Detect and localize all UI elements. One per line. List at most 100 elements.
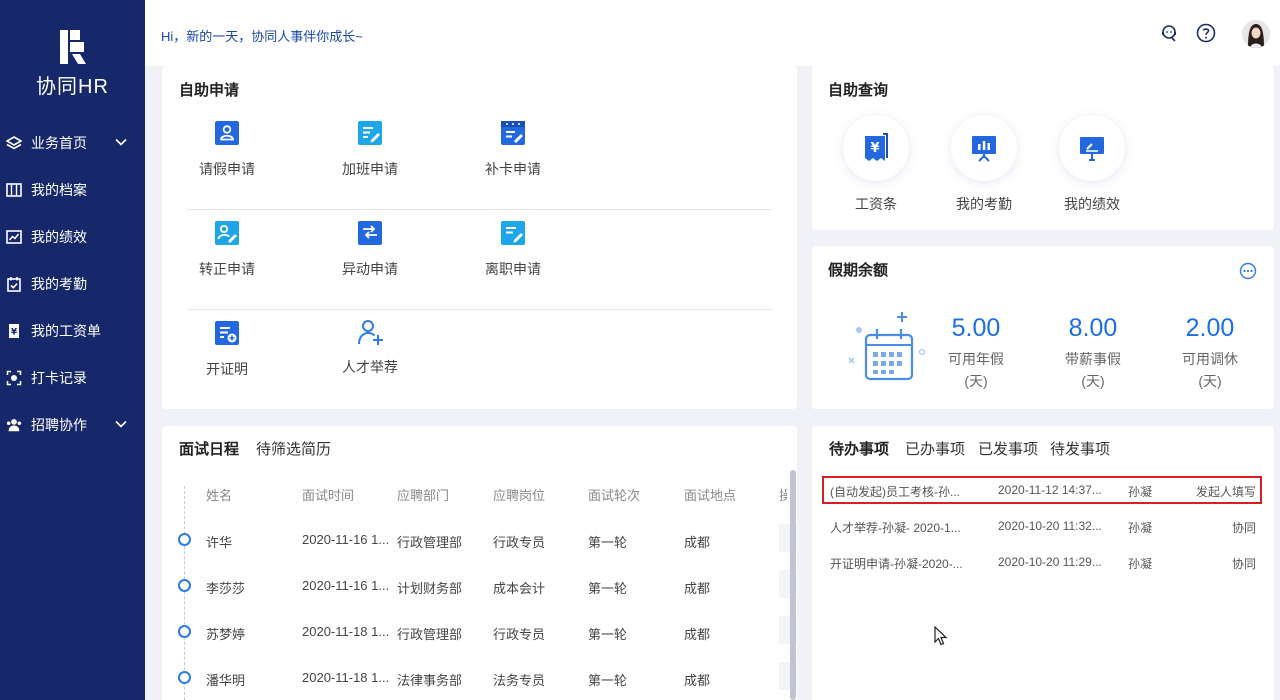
support-icon[interactable] [1158,22,1180,44]
patch-card-icon [501,121,525,145]
recommend-apply-button[interactable]: 人才举荐 [310,318,430,377]
help-icon[interactable] [1195,22,1217,44]
todo-row[interactable]: 开证明申请-孙凝-2020-... 2020-10-20 11:29... 孙凝… [822,548,1262,576]
todo-row[interactable]: 人才举荐-孙凝- 2020-1... 2020-10-20 11:32... 孙… [822,512,1262,540]
punch-icon [6,370,22,386]
table-row[interactable]: 许华 2020-11-16 1... 行政管理部 行政专员 第一轮 成都 [162,516,799,562]
attendance-icon [951,115,1017,181]
performance-query-button[interactable]: 我的绩效 [1044,115,1140,214]
cell-position: 行政专员 [493,627,546,642]
self-query-title: 自助查询 [828,82,889,99]
certificate-icon [215,321,239,345]
cell-department: 法律事务部 [397,673,463,688]
todo-row-highlighted[interactable]: (自动发起)员工考核-孙... 2020-11-12 14:37... 孙凝 发… [822,476,1262,504]
col-header-round: 面试轮次 [588,488,641,503]
divider [187,209,772,210]
todo-node: 协同 [1231,557,1256,571]
cell-round: 第一轮 [588,673,628,688]
more-icon[interactable] [1239,262,1257,280]
cell-department: 计划财务部 [397,581,463,596]
annual-leave-label: 可用年假 [948,351,1004,367]
tab-sent[interactable]: 已发事项 [978,438,1038,459]
col-header-position: 应聘岗位 [493,488,546,503]
sidebar-item-label: 我的考勤 [31,275,87,292]
resign-apply-button[interactable]: 离职申请 [453,221,573,279]
timeline-dot-icon [178,671,191,684]
sidebar-item-payslip[interactable]: ¥ 我的工资单 [0,307,145,354]
overtime-apply-button[interactable]: 加班申请 [310,121,430,179]
operation-cell[interactable] [779,570,799,598]
transfer-apply-button[interactable]: 异动申请 [310,221,430,279]
transfer-icon [358,221,382,245]
todo-node: 发起人填写 [1195,485,1256,499]
operation-cell[interactable] [779,524,799,552]
tab-to-send[interactable]: 待发事项 [1050,438,1110,459]
paid-leave-balance: 8.00 带薪事假 (天) [1048,314,1138,391]
todo-sender: 孙凝 [1128,485,1153,499]
scrollbar[interactable] [790,470,796,700]
table-row[interactable]: 李莎莎 2020-11-16 1... 计划财务部 成本会计 第一轮 成都 [162,562,799,608]
cell-department: 行政管理部 [397,535,463,550]
resign-icon [501,221,525,245]
sidebar-item-label: 招聘协作 [31,416,87,433]
sidebar-nav: 业务首页 我的档案 我的绩效 我的考勤 ¥ 我的工资单 打卡记录 招聘协作 [0,119,145,448]
tab-todo[interactable]: 待办事项 [829,438,889,459]
sidebar-item-label: 业务首页 [31,134,87,151]
sidebar-item-recruit[interactable]: 招聘协作 [0,401,145,448]
chevron-down-icon [115,135,127,151]
salary-slip-query-button[interactable]: ¥ 工资条 [828,115,924,214]
operation-cell[interactable] [779,616,799,644]
regularization-icon [215,221,239,245]
cell-location: 成都 [684,627,711,642]
todo-title: 开证明申请-孙凝-2020-... [830,557,963,571]
resign-apply-label: 离职申请 [485,261,541,277]
recommend-apply-label: 人才举荐 [342,359,398,375]
todo-time: 2020-10-20 11:29... [998,555,1102,569]
divider [187,309,772,310]
timeline-dot-icon [178,579,191,592]
cell-department: 行政管理部 [397,627,463,642]
logo-mark-icon [59,30,86,64]
greeting-text: Hi，新的一天，协同人事伴你成长~ [161,29,363,44]
performance-query-label: 我的绩效 [1064,196,1120,212]
self-apply-card: 自助申请 请假申请 加班申请 补卡申请 转正申请 异动申请 离职申请 开证明 人… [162,66,797,409]
sidebar: 协同HR 业务首页 我的档案 我的绩效 我的考勤 ¥ 我的工资单 打卡记录 招聘… [0,0,145,700]
self-apply-title: 自助申请 [179,82,240,99]
avatar[interactable] [1242,20,1270,48]
sidebar-item-performance[interactable]: 我的绩效 [0,213,145,260]
cell-location: 成都 [684,673,711,688]
tab-pending-resumes[interactable]: 待筛选简历 [256,438,331,459]
sidebar-item-attendance[interactable]: 我的考勤 [0,260,145,307]
tab-done[interactable]: 已办事项 [905,438,965,459]
leave-apply-button[interactable]: 请假申请 [167,121,287,179]
attendance-query-button[interactable]: 我的考勤 [936,115,1032,214]
svg-text:¥: ¥ [11,327,18,337]
sidebar-item-label: 我的绩效 [31,228,87,245]
todo-title: 人才举荐-孙凝- 2020-1... [830,521,961,535]
patch-card-apply-button[interactable]: 补卡申请 [453,121,573,179]
certificate-apply-button[interactable]: 开证明 [167,321,287,379]
leave-balance-title: 假期余额 [828,262,889,279]
self-query-card: 自助查询 ¥ 工资条 我的考勤 我的绩效 [812,66,1274,230]
tab-interview-schedule[interactable]: 面试日程 [179,438,239,459]
table-row[interactable]: 苏梦婷 2020-11-18 1... 行政管理部 行政专员 第一轮 成都 [162,608,799,654]
regularization-apply-button[interactable]: 转正申请 [167,221,287,279]
timeline-dot-icon [178,533,191,546]
chevron-down-icon [115,417,127,433]
col-header-time: 面试时间 [302,488,355,503]
sidebar-item-home[interactable]: 业务首页 [0,119,145,166]
attendance-query-label: 我的考勤 [956,196,1012,212]
sidebar-item-label: 打卡记录 [31,369,87,386]
chart-icon [6,229,22,245]
table-row[interactable]: 潘华明 2020-11-18 1... 法律事务部 法务专员 第一轮 成都 [162,654,799,700]
salary-slip-label: 工资条 [855,196,897,212]
cell-name: 苏梦婷 [206,627,246,642]
sidebar-item-punch-record[interactable]: 打卡记录 [0,354,145,401]
col-header-operation: 操 [779,488,787,503]
annual-leave-value: 5.00 [951,314,1001,342]
cell-time: 2020-11-18 1... [302,624,390,639]
cell-time: 2020-11-16 1... [302,578,390,593]
sidebar-item-archive[interactable]: 我的档案 [0,166,145,213]
operation-cell[interactable] [779,662,799,690]
todo-sender: 孙凝 [1128,521,1153,535]
